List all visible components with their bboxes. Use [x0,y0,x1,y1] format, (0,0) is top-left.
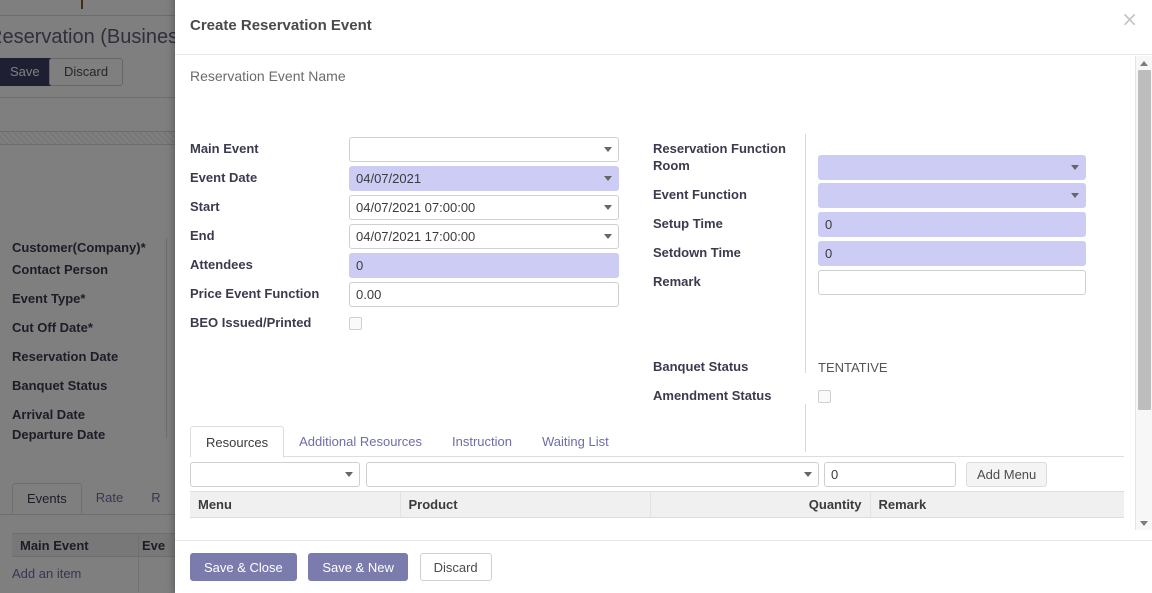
label-event-function: Event Function [653,187,747,202]
scrollbar-thumb[interactable] [1138,70,1151,410]
label-reservation-function-room: Reservation Function Room [653,141,786,173]
field-setdown-time: Setdown Time [653,241,1086,270]
field-event-function: Event Function [653,183,1086,212]
product-select[interactable] [366,462,819,487]
dialog-scrollbar[interactable] [1135,56,1152,530]
setdown-time-input[interactable] [818,241,1086,266]
create-reservation-event-dialog: Create Reservation Event × Reservation E… [175,0,1152,593]
tab-resources[interactable]: Resources [190,426,285,458]
field-reservation-function-room: Reservation Function Room [653,137,1086,183]
end-input[interactable] [349,224,619,249]
resources-table: Menu Product Quantity Remark [190,491,1124,518]
label-remark: Remark [653,274,701,289]
start-input[interactable] [349,195,619,220]
field-end: End [190,224,620,253]
add-menu-button[interactable]: Add Menu [966,462,1048,487]
field-event-date: Event Date [190,166,620,195]
label-price-event-function: Price Event Function [190,286,320,301]
field-price-event-function: Price Event Function [190,282,620,311]
dialog-body: Reservation Event Name Main Event Event … [175,56,1152,530]
main-event-input[interactable] [349,137,619,162]
event-function-select[interactable] [818,183,1086,208]
field-setup-time: Setup Time [653,212,1086,241]
scroll-up-icon[interactable] [1136,56,1152,70]
field-remark: Remark [653,270,1086,299]
start-select[interactable] [349,195,619,220]
label-setup-time: Setup Time [653,216,723,231]
notebook-tabs: Resources Additional Resources Instructi… [190,426,1124,458]
dialog-title: Create Reservation Event [190,17,372,34]
menu-select[interactable] [190,462,360,487]
table-header-row: Menu Product Quantity Remark [190,491,1124,518]
th-remark[interactable]: Remark [870,491,1124,518]
remark-input[interactable] [818,270,1086,295]
field-main-event: Main Event [190,137,620,166]
end-select[interactable] [349,224,619,249]
event-date-select[interactable] [349,166,619,191]
th-menu[interactable]: Menu [190,491,401,518]
main-event-select[interactable] [349,137,619,162]
save-and-new-button[interactable]: Save & New [308,553,408,581]
label-end: End [190,228,215,243]
tab-additional-resources[interactable]: Additional Resources [284,426,437,456]
price-event-function-input[interactable] [349,282,619,307]
event-date-input[interactable] [349,166,619,191]
close-icon[interactable]: × [1121,9,1138,29]
form-left-column: Main Event Event Date 04/07/2021 Start 0… [190,137,620,340]
label-start: Start [190,199,220,214]
menu-select-input[interactable] [190,462,360,487]
field-beo-issued-printed: BEO Issued/Printed [190,311,620,340]
quantity-input[interactable] [824,462,956,487]
label-amendment-status: Amendment Status [653,388,772,403]
label-main-event: Main Event [190,141,259,156]
th-quantity[interactable]: Quantity [650,491,871,518]
scroll-down-icon[interactable] [1136,516,1152,530]
field-amendment-status: Amendment Status [653,384,1083,413]
label-setdown-time: Setdown Time [653,245,741,260]
reservation-event-name-placeholder[interactable]: Reservation Event Name [190,68,346,84]
notebook: Resources Additional Resources Instructi… [190,426,1124,518]
form-right-column: Reservation Function Room Event Function [653,137,1086,413]
setup-time-input[interactable] [818,212,1086,237]
reservation-function-room-select[interactable] [818,155,1086,180]
field-attendees: Attendees [190,253,620,282]
amendment-status-checkbox[interactable] [818,390,831,403]
resources-toolbar: Add Menu [190,457,1124,488]
th-product[interactable]: Product [400,491,651,518]
event-function-input[interactable] [818,183,1086,208]
label-beo-issued-printed: BEO Issued/Printed [190,315,312,330]
dialog-footer: Save & Close Save & New Discard [175,540,1152,593]
field-banquet-status: Banquet Status TENTATIVE [653,355,1083,384]
dialog-header: Create Reservation Event × [175,0,1152,55]
label-attendees: Attendees [190,257,253,272]
save-and-close-button[interactable]: Save & Close [190,553,297,581]
tab-waiting-list[interactable]: Waiting List [527,426,624,456]
form-sheet: Reservation Event Name Main Event Event … [175,56,1130,530]
discard-button[interactable]: Discard [419,553,492,581]
label-event-date: Event Date [190,170,258,185]
tab-instruction[interactable]: Instruction [437,426,527,456]
product-select-input[interactable] [366,462,819,487]
label-banquet-status: Banquet Status [653,359,749,374]
reservation-function-room-input[interactable] [818,155,1086,180]
beo-issued-printed-checkbox[interactable] [349,317,362,330]
field-start: Start [190,195,620,224]
banquet-status-value: TENTATIVE [818,360,888,375]
attendees-input[interactable] [349,253,619,278]
